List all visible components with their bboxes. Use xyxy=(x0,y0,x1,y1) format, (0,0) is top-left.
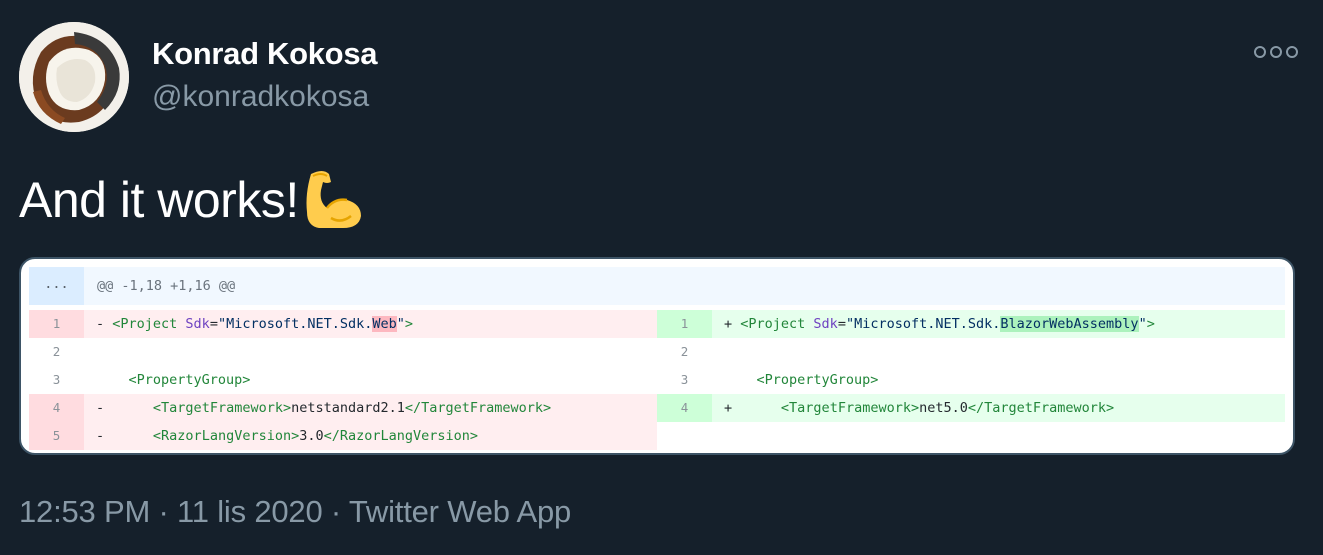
diff-row-left: 5 - <RazorLangVersion>3.0</RazorLangVers… xyxy=(29,422,657,450)
more-dot-icon xyxy=(1270,46,1282,58)
tweet-text-content: And it works! xyxy=(19,172,299,228)
line-number: 2 xyxy=(52,344,61,359)
hunk-header-row: ... @@ -1,18 +1,16 @@ xyxy=(29,267,1285,305)
code-line: + <TargetFramework>net5.0</TargetFramewo… xyxy=(712,394,1285,422)
author-name[interactable]: Konrad Kokosa xyxy=(152,36,378,72)
tweet-source[interactable]: Twitter Web App xyxy=(349,494,571,529)
diff-row-right: 3 <PropertyGroup> xyxy=(657,366,1285,394)
author-handle[interactable]: @konradkokosa xyxy=(152,80,369,114)
flexed-biceps-icon xyxy=(306,171,361,228)
line-number: 3 xyxy=(52,372,61,387)
tweet-date[interactable]: 11 lis 2020 xyxy=(177,494,323,529)
more-options-button[interactable] xyxy=(1254,40,1298,64)
diff-row-right: 4 + <TargetFramework>net5.0</TargetFrame… xyxy=(657,394,1285,422)
expand-button[interactable]: ... xyxy=(29,267,84,305)
line-number: 3 xyxy=(680,372,689,387)
line-number: 4 xyxy=(657,394,712,422)
tweet-meta: 12:53 PM · 11 lis 2020 · Twitter Web App xyxy=(19,494,571,530)
separator: · xyxy=(150,494,178,529)
code-line: <PropertyGroup> xyxy=(128,372,251,388)
line-number: 1 xyxy=(657,310,712,338)
code-diff: ... @@ -1,18 +1,16 @@ 1 - <Project Sdk="… xyxy=(29,267,1285,450)
more-dot-icon xyxy=(1254,46,1266,58)
line-number: 1 xyxy=(29,310,84,338)
diff-row-left: 1 - <Project Sdk="Microsoft.NET.Sdk.Web"… xyxy=(29,310,657,338)
line-number: 2 xyxy=(680,344,689,359)
line-number: 4 xyxy=(29,394,84,422)
diff-row-right: 2 xyxy=(657,338,1285,366)
hunk-header: @@ -1,18 +1,16 @@ xyxy=(97,278,236,294)
tweet-time[interactable]: 12:53 PM xyxy=(19,494,150,529)
attached-image[interactable]: ... @@ -1,18 +1,16 @@ 1 - <Project Sdk="… xyxy=(19,257,1295,455)
diff-row-left: 2 xyxy=(29,338,657,366)
coconut-avatar-image xyxy=(19,22,129,132)
tweet-text: And it works! xyxy=(19,168,365,232)
avatar[interactable] xyxy=(19,22,129,132)
diff-row-left: 4 - <TargetFramework>netstandard2.1</Tar… xyxy=(29,394,657,422)
more-dot-icon xyxy=(1286,46,1298,58)
line-number: 5 xyxy=(29,422,84,450)
code-line: - <TargetFramework>netstandard2.1</Targe… xyxy=(84,394,657,422)
code-line: + <Project Sdk="Microsoft.NET.Sdk.Blazor… xyxy=(712,310,1285,338)
code-line: - <RazorLangVersion>3.0</RazorLangVersio… xyxy=(84,422,657,450)
code-line: <PropertyGroup> xyxy=(756,372,879,388)
diff-row-left: 3 <PropertyGroup> xyxy=(29,366,657,394)
separator: · xyxy=(322,494,349,529)
code-line: - <Project Sdk="Microsoft.NET.Sdk.Web"> xyxy=(84,310,657,338)
diff-row-right: 1 + <Project Sdk="Microsoft.NET.Sdk.Blaz… xyxy=(657,310,1285,338)
